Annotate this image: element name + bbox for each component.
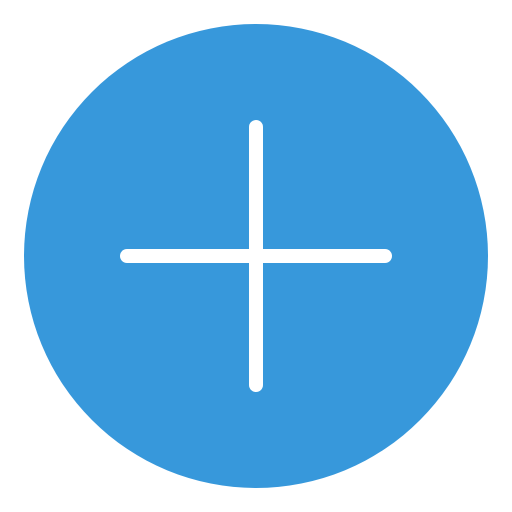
add-button-graphic xyxy=(24,24,488,488)
canvas xyxy=(0,0,512,512)
add-button[interactable] xyxy=(24,24,488,488)
